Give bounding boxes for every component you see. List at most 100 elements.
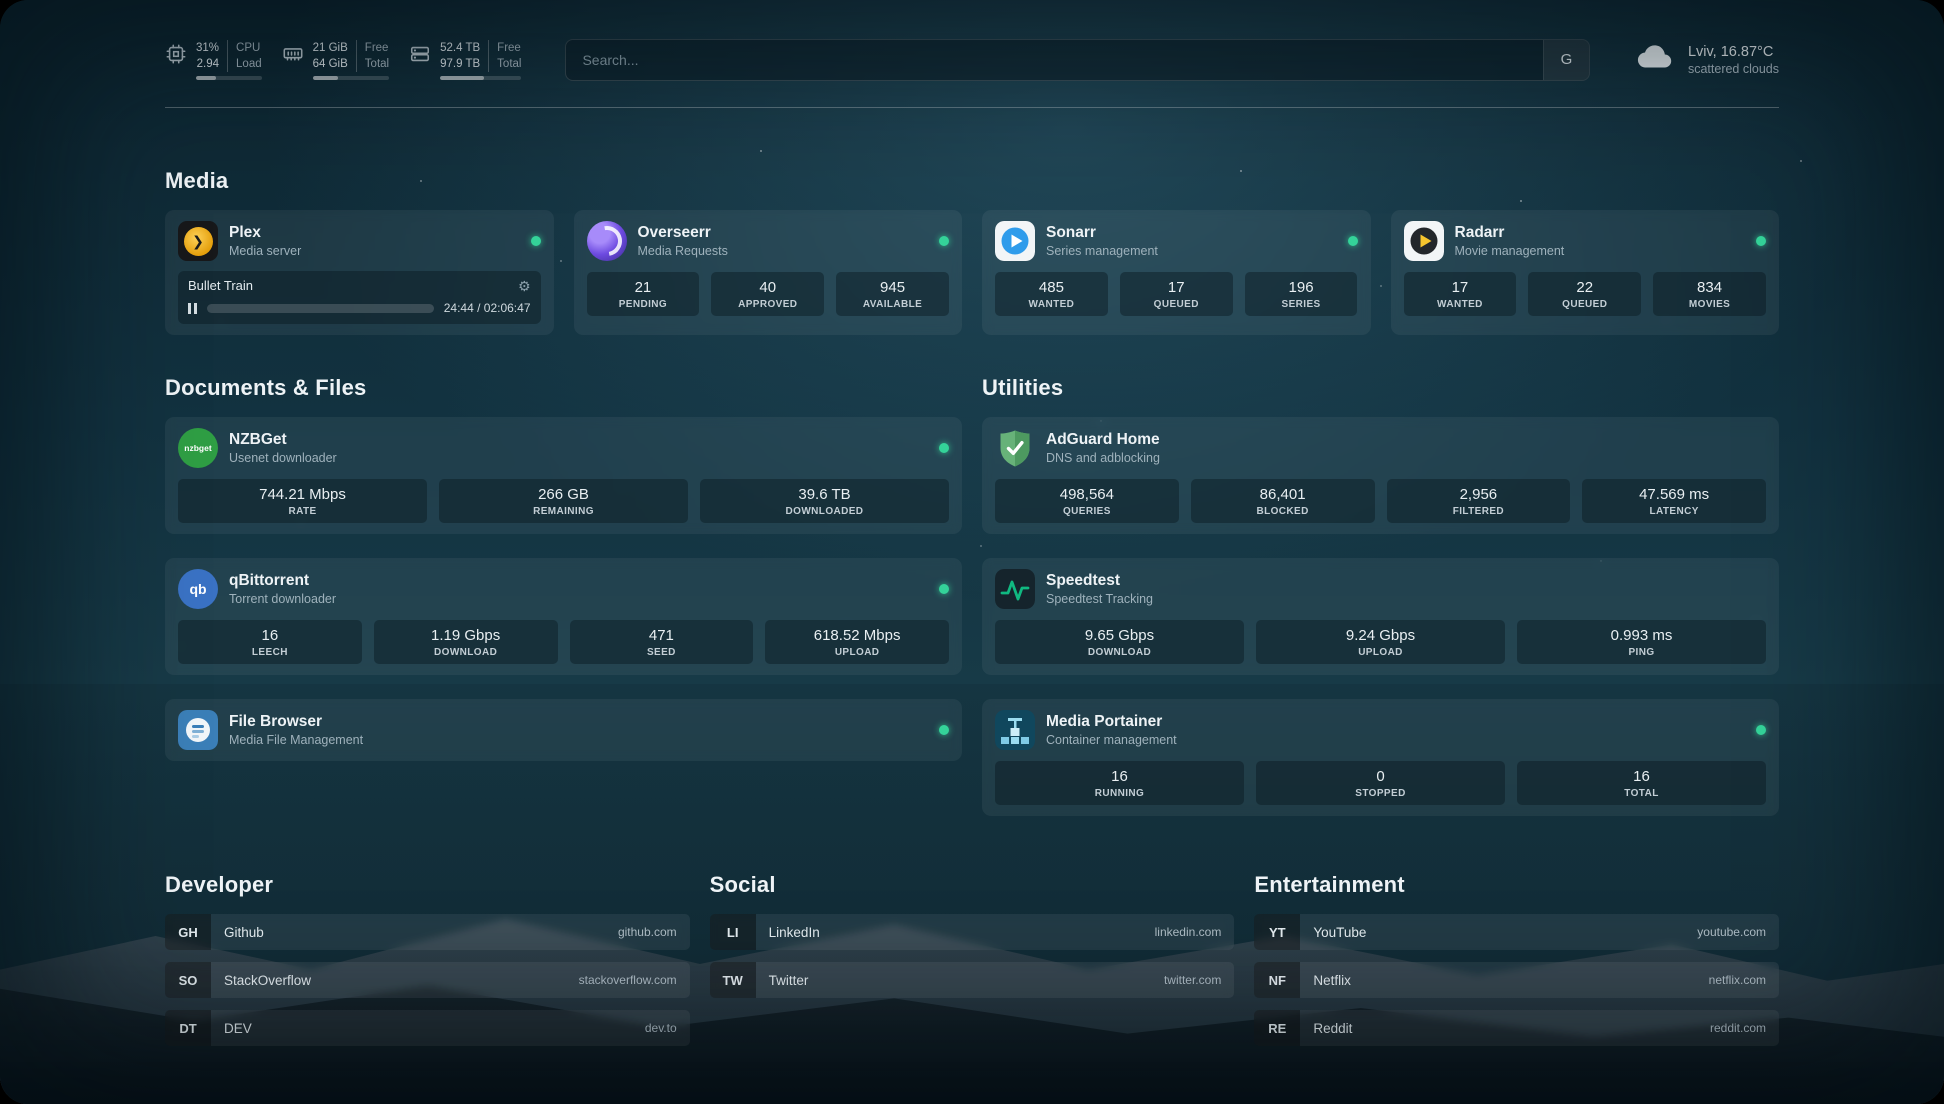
stat-value: 17 bbox=[1124, 278, 1229, 297]
bookmark-group-developer: Developer GH Github github.com SO StackO… bbox=[165, 872, 690, 1058]
bookmark-dev[interactable]: DT DEV dev.to bbox=[165, 1010, 690, 1046]
plex-now-playing: Bullet Train ⚙ 24:44 / 02:06:47 bbox=[178, 271, 541, 324]
stat-queued: 22 QUEUED bbox=[1528, 272, 1641, 316]
status-dot bbox=[939, 584, 949, 594]
stat-value: 618.52 Mbps bbox=[769, 626, 945, 645]
stat-value: 498,564 bbox=[999, 485, 1175, 504]
bookmark-netflix[interactable]: NF Netflix netflix.com bbox=[1254, 962, 1779, 998]
stat-value: 17 bbox=[1408, 278, 1513, 297]
bookmark-abbr: RE bbox=[1254, 1010, 1300, 1046]
bookmark-name: LinkedIn bbox=[769, 925, 820, 940]
service-name: Plex bbox=[229, 223, 301, 242]
stat-value: 266 GB bbox=[443, 485, 684, 504]
service-card-portainer[interactable]: Media Portainer Container management 16 … bbox=[982, 699, 1779, 816]
status-dot bbox=[1756, 725, 1766, 735]
stat-pending: 21 PENDING bbox=[587, 272, 700, 316]
stat-value: 834 bbox=[1657, 278, 1762, 297]
stat-value: 16 bbox=[1521, 767, 1762, 786]
memory-widget: 21 GiB Free 64 GiB Total bbox=[282, 40, 389, 80]
bookmark-name: Twitter bbox=[769, 973, 809, 988]
bookmark-abbr: DT bbox=[165, 1010, 211, 1046]
bookmark-linkedin[interactable]: LI LinkedIn linkedin.com bbox=[710, 914, 1235, 950]
speedtest-icon bbox=[995, 569, 1035, 609]
service-name: qBittorrent bbox=[229, 571, 336, 590]
adguard-shield-icon bbox=[995, 428, 1035, 468]
documents-section-title: Documents & Files bbox=[165, 375, 962, 401]
middle-columns: Documents & Files nzbget NZBGet Usenet d… bbox=[165, 375, 1779, 816]
stat-value: 0.993 ms bbox=[1521, 626, 1762, 645]
utilities-section-title: Utilities bbox=[982, 375, 1779, 401]
stat-value: 744.21 Mbps bbox=[182, 485, 423, 504]
service-description: Speedtest Tracking bbox=[1046, 591, 1153, 607]
service-name: Overseerr bbox=[638, 223, 728, 242]
bookmark-name: StackOverflow bbox=[224, 973, 311, 988]
stat-value: 485 bbox=[999, 278, 1104, 297]
stat-filtered: 2,956 FILTERED bbox=[1387, 479, 1571, 523]
bookmark-twitter[interactable]: TW Twitter twitter.com bbox=[710, 962, 1235, 998]
bookmark-url: netflix.com bbox=[1709, 973, 1766, 987]
disk-free-value: 52.4 TB bbox=[440, 40, 488, 56]
service-name: Sonarr bbox=[1046, 223, 1158, 242]
playback-progress-bar[interactable] bbox=[207, 304, 434, 313]
gear-icon[interactable]: ⚙ bbox=[518, 279, 531, 293]
search-provider-button[interactable]: G bbox=[1543, 40, 1589, 80]
service-description: Series management bbox=[1046, 243, 1158, 259]
status-dot bbox=[939, 443, 949, 453]
service-description: Media Requests bbox=[638, 243, 728, 259]
service-card-nzbget[interactable]: nzbget NZBGet Usenet downloader 744.21 M… bbox=[165, 417, 962, 534]
bookmark-url: linkedin.com bbox=[1155, 925, 1222, 939]
cpu-load-label: Load bbox=[227, 56, 262, 72]
stat-queued: 17 QUEUED bbox=[1120, 272, 1233, 316]
section-media: Media ❯ Plex Media server bbox=[165, 168, 1779, 335]
bookmark-url: twitter.com bbox=[1164, 973, 1221, 987]
service-card-plex[interactable]: ❯ Plex Media server Bullet Train ⚙ bbox=[165, 210, 554, 335]
service-description: Media server bbox=[229, 243, 301, 259]
memory-readout: 21 GiB Free 64 GiB Total bbox=[313, 40, 389, 80]
stat-value: 1.19 Gbps bbox=[378, 626, 554, 645]
status-dot bbox=[939, 725, 949, 735]
resource-widgets: 31% CPU 2.94 Load bbox=[165, 40, 521, 80]
plex-icon: ❯ bbox=[178, 221, 218, 261]
bookmark-github[interactable]: GH Github github.com bbox=[165, 914, 690, 950]
stat-movies: 834 MOVIES bbox=[1653, 272, 1766, 316]
disk-readout: 52.4 TB Free 97.9 TB Total bbox=[440, 40, 521, 80]
stat-remaining: 266 GB REMAINING bbox=[439, 479, 688, 523]
memory-free-value: 21 GiB bbox=[313, 40, 356, 56]
service-card-radarr[interactable]: Radarr Movie management 17 WANTED 22 QUE… bbox=[1391, 210, 1780, 335]
service-card-qbittorrent[interactable]: qb qBittorrent Torrent downloader 16 LEE… bbox=[165, 558, 962, 675]
bookmark-youtube[interactable]: YT YouTube youtube.com bbox=[1254, 914, 1779, 950]
bookmark-reddit[interactable]: RE Reddit reddit.com bbox=[1254, 1010, 1779, 1046]
cpu-icon bbox=[165, 43, 187, 70]
entertainment-section-title: Entertainment bbox=[1254, 872, 1779, 898]
stat-value: 16 bbox=[999, 767, 1240, 786]
service-name: Radarr bbox=[1455, 223, 1565, 242]
bookmark-abbr: SO bbox=[165, 962, 211, 998]
service-card-overseerr[interactable]: Overseerr Media Requests 21 PENDING 40 A… bbox=[574, 210, 963, 335]
bookmark-group-social: Social LI LinkedIn linkedin.com TW Twitt… bbox=[710, 872, 1235, 1058]
stat-downloaded: 39.6 TB DOWNLOADED bbox=[700, 479, 949, 523]
bookmark-stackoverflow[interactable]: SO StackOverflow stackoverflow.com bbox=[165, 962, 690, 998]
disk-icon bbox=[409, 43, 431, 70]
cpu-progress-fill bbox=[196, 76, 216, 80]
stat-available: 945 AVAILABLE bbox=[836, 272, 949, 316]
pause-icon[interactable] bbox=[188, 303, 197, 314]
stat-running: 16 RUNNING bbox=[995, 761, 1244, 805]
service-card-speedtest[interactable]: Speedtest Speedtest Tracking 9.65 Gbps D… bbox=[982, 558, 1779, 675]
stat-approved: 40 APPROVED bbox=[711, 272, 824, 316]
stat-wanted: 17 WANTED bbox=[1404, 272, 1517, 316]
disk-progress-fill bbox=[440, 76, 484, 80]
service-card-filebrowser[interactable]: File Browser Media File Management bbox=[165, 699, 962, 761]
memory-progress-fill bbox=[313, 76, 338, 80]
bookmark-group-entertainment: Entertainment YT YouTube youtube.com NF … bbox=[1254, 872, 1779, 1058]
stat-label: LATENCY bbox=[1586, 505, 1762, 518]
search-input[interactable] bbox=[566, 40, 1543, 80]
service-description: Movie management bbox=[1455, 243, 1565, 259]
qbittorrent-icon: qb bbox=[178, 569, 218, 609]
stat-value: 0 bbox=[1260, 767, 1501, 786]
service-card-sonarr[interactable]: Sonarr Series management 485 WANTED 17 Q… bbox=[982, 210, 1371, 335]
service-name: Media Portainer bbox=[1046, 712, 1177, 731]
stat-value: 945 bbox=[840, 278, 945, 297]
service-card-adguard[interactable]: AdGuard Home DNS and adblocking 498,564 … bbox=[982, 417, 1779, 534]
bookmark-url: stackoverflow.com bbox=[579, 973, 677, 987]
status-dot bbox=[1756, 236, 1766, 246]
